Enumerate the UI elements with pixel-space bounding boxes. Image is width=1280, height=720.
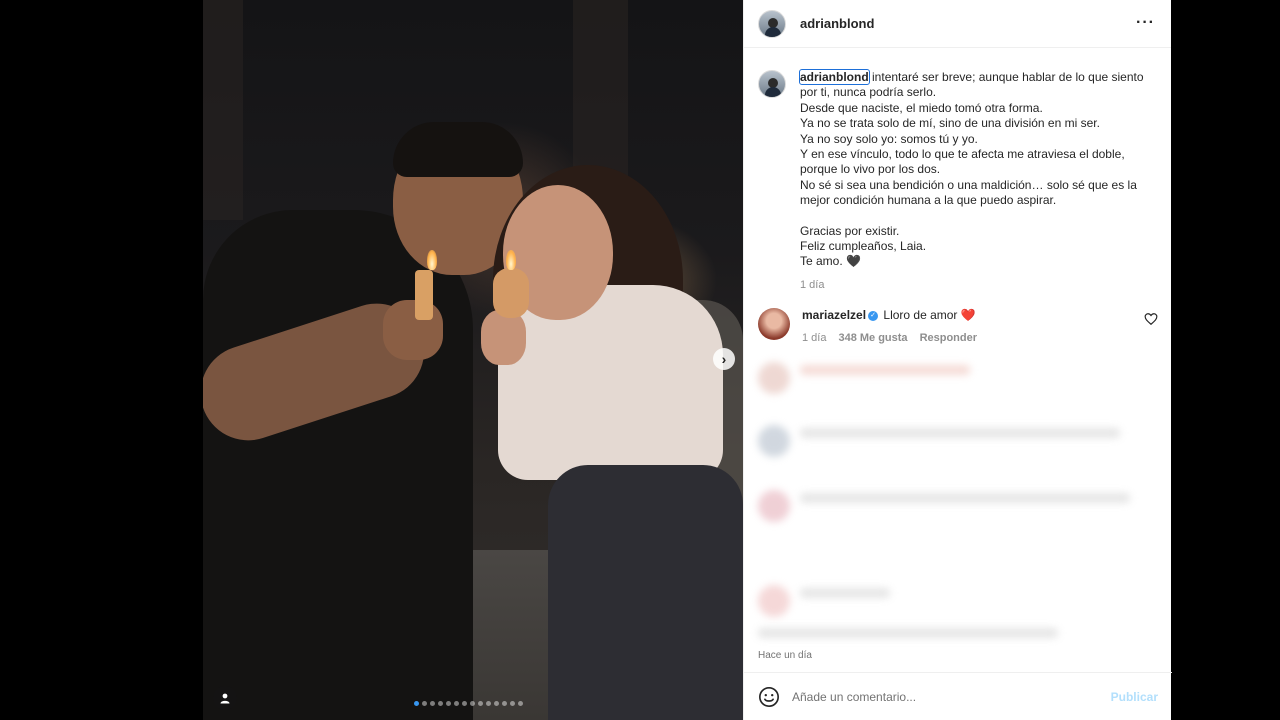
caption-username[interactable]: adrianblond: [799, 69, 870, 85]
heart-icon[interactable]: [1144, 312, 1158, 326]
carousel-dot: [518, 701, 523, 706]
carousel-dot: [486, 701, 491, 706]
carousel-dot: [470, 701, 475, 706]
man-hair: [393, 122, 523, 177]
post-timestamp[interactable]: Hace un día: [758, 650, 812, 661]
viewport: › adrianblond ··· adrianblond intentaré …: [0, 0, 1280, 720]
candle-number-3: [493, 268, 529, 318]
blurred-comment: [758, 490, 1158, 522]
comment-bar: Publicar: [744, 672, 1172, 720]
carousel-dot: [478, 701, 483, 706]
candle-number-1: [415, 270, 433, 320]
header-username[interactable]: adrianblond: [800, 16, 874, 31]
caption-line: Feliz cumpleaños, Laia.: [800, 239, 927, 254]
blurred-comment: [758, 625, 1158, 643]
avatar[interactable]: [758, 9, 786, 38]
blurred-comment: [758, 425, 1158, 457]
carousel-dot: [438, 701, 443, 706]
carousel-dot: [430, 701, 435, 706]
caption-age: 1 día: [800, 278, 825, 291]
blurred-comment: [758, 362, 1158, 394]
caption-line: Y en ese vínculo, todo lo que te afecta …: [800, 147, 1125, 177]
carousel-dot: [454, 701, 459, 706]
post-caption: adrianblond intentaré ser breve; aunque …: [758, 69, 1158, 293]
publish-button[interactable]: Publicar: [1111, 690, 1158, 704]
girl-legs: [548, 465, 743, 720]
carousel-dot: [422, 701, 427, 706]
background-tree: [203, 0, 243, 220]
post-media[interactable]: ›: [203, 0, 743, 720]
caption-line: Ya no soy solo yo: somos tú y yo.: [800, 131, 978, 146]
caption-line: Te amo. 🖤: [800, 254, 861, 269]
candle-flame: [506, 250, 516, 270]
verified-badge-icon: ✓: [868, 310, 879, 321]
caption-line: Desde que naciste, el miedo tomó otra fo…: [800, 100, 1043, 115]
carousel-dot: [494, 701, 499, 706]
comment-item: mariazelzel ✓ Lloro de amor ❤️ 1 día 348 …: [758, 308, 1158, 344]
caption-line: Ya no se trata solo de mí, sino de una d…: [800, 116, 1100, 131]
carousel-dot: [462, 701, 467, 706]
comment-text: Lloro de amor ❤️: [883, 308, 976, 322]
carousel-indicator: [414, 701, 523, 706]
comment-age: 1 día: [802, 332, 827, 344]
reply-button[interactable]: Responder: [920, 332, 977, 344]
avatar[interactable]: [758, 70, 786, 98]
girl-hand: [481, 310, 526, 365]
comment-avatar[interactable]: [758, 308, 790, 340]
candle-flame: [427, 250, 437, 270]
comment-likes[interactable]: 348 Me gusta: [838, 332, 907, 344]
carousel-dot: [502, 701, 507, 706]
blurred-comment: [758, 585, 1158, 617]
post-modal: › adrianblond ··· adrianblond intentaré …: [203, 0, 1172, 720]
comment-username[interactable]: mariazelzel: [802, 308, 866, 322]
tagged-user-icon[interactable]: [213, 686, 237, 710]
caption-line: Gracias por existir.: [800, 223, 900, 238]
carousel-next-icon[interactable]: ›: [713, 348, 735, 370]
man-hand: [383, 300, 443, 360]
carousel-dot: [510, 701, 515, 706]
carousel-dot: [414, 701, 419, 706]
post-sidebar: adrianblond ··· adrianblond intentaré se…: [743, 0, 1172, 720]
caption-line: No sé si sea una bendición o una maldici…: [800, 177, 1137, 208]
emoji-icon[interactable]: [758, 686, 780, 708]
comment-input[interactable]: [792, 689, 1092, 704]
post-header: adrianblond ···: [744, 0, 1171, 48]
girl-shirt: [498, 285, 723, 480]
more-options-icon[interactable]: ···: [1136, 14, 1155, 32]
carousel-dot: [446, 701, 451, 706]
